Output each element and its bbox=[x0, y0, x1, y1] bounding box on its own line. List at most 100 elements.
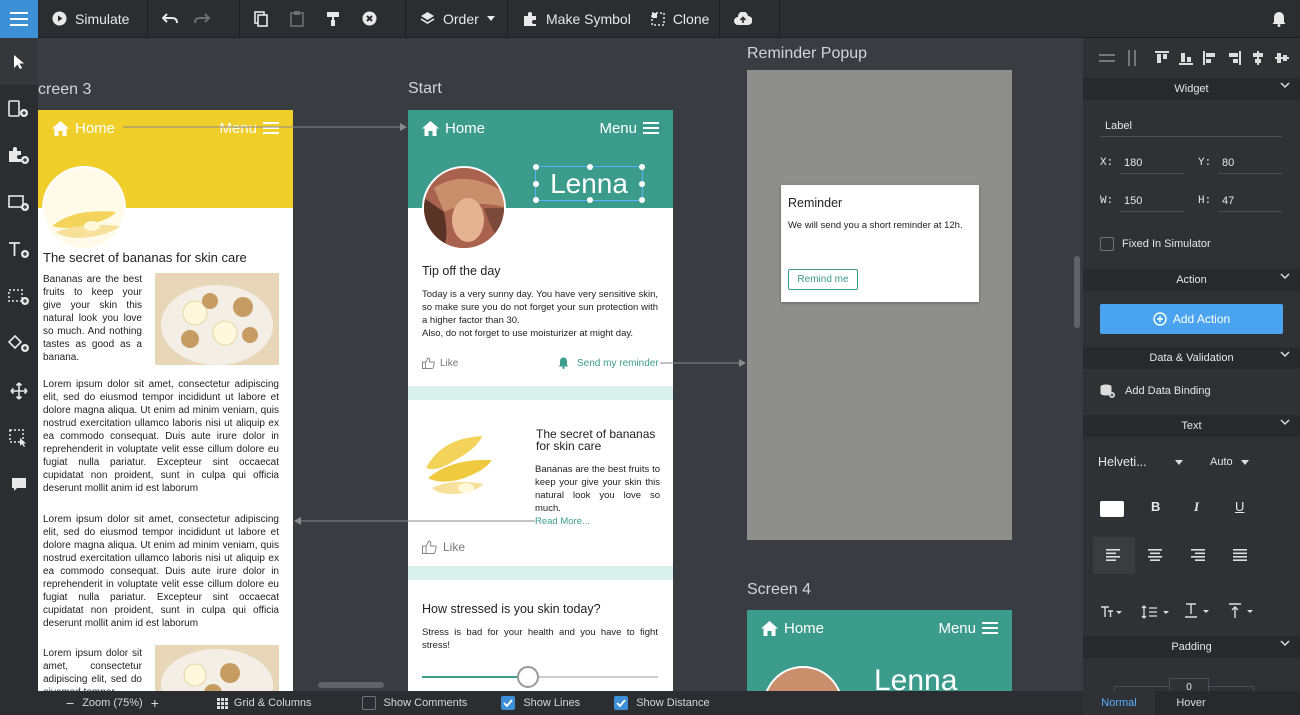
action-section-header[interactable]: Action bbox=[1083, 269, 1300, 291]
show-distance-toggle[interactable]: Show Distance bbox=[614, 696, 710, 710]
resize-handle[interactable] bbox=[587, 164, 593, 170]
padding-section-header[interactable]: Padding bbox=[1083, 636, 1300, 658]
state-tab-normal[interactable]: Normal bbox=[1083, 691, 1155, 715]
cloud-upload-icon[interactable] bbox=[734, 11, 752, 26]
undo-icon[interactable] bbox=[162, 12, 178, 26]
resize-handle[interactable] bbox=[533, 181, 539, 187]
screen4-frame[interactable]: Home Menu Lenna bbox=[747, 610, 1012, 691]
marquee-tool[interactable] bbox=[0, 414, 38, 461]
symbol-tool[interactable] bbox=[0, 132, 38, 179]
grid-columns-button[interactable]: Grid & Columns bbox=[216, 697, 312, 709]
home-link[interactable]: Home bbox=[75, 120, 115, 137]
text-color-swatch[interactable] bbox=[1100, 501, 1124, 517]
distribute-horizontal-icon[interactable] bbox=[1099, 51, 1115, 65]
resize-handle[interactable] bbox=[639, 164, 645, 170]
resize-handle[interactable] bbox=[639, 181, 645, 187]
stress-slider[interactable] bbox=[422, 666, 658, 688]
clone-button[interactable]: Clone bbox=[651, 11, 709, 27]
show-comments-checkbox[interactable] bbox=[361, 696, 376, 710]
device-add-icon bbox=[8, 99, 28, 117]
align-left-icon[interactable] bbox=[1203, 51, 1217, 65]
screen3-frame[interactable]: Home Menu The secret of bananas for skin… bbox=[38, 110, 293, 691]
widget-name-field[interactable]: Label bbox=[1100, 115, 1282, 137]
add-data-binding-button[interactable]: Add Data Binding bbox=[1100, 384, 1211, 398]
resize-handle[interactable] bbox=[587, 197, 593, 203]
resize-handle[interactable] bbox=[533, 164, 539, 170]
distribute-vertical-icon[interactable] bbox=[1125, 50, 1139, 66]
text-section-header[interactable]: Text bbox=[1083, 415, 1300, 437]
shape-tool[interactable] bbox=[0, 320, 38, 367]
start-frame[interactable]: Home Menu Lenna Tip off the day Today is… bbox=[408, 110, 673, 691]
italic-button[interactable]: I bbox=[1194, 499, 1199, 515]
h-field[interactable]: 47 bbox=[1218, 190, 1282, 212]
menu-link[interactable]: Menu bbox=[599, 120, 637, 137]
text-tool[interactable] bbox=[0, 226, 38, 273]
send-reminder-button[interactable]: Send my reminder bbox=[558, 357, 659, 369]
zoom-in-button[interactable]: + bbox=[151, 695, 159, 711]
w-field[interactable]: 150 bbox=[1120, 190, 1184, 212]
fixed-in-simulator-checkbox[interactable] bbox=[1100, 237, 1114, 251]
zoom-out-button[interactable]: − bbox=[66, 695, 74, 711]
stress-slider-thumb[interactable] bbox=[517, 666, 540, 688]
add-action-button[interactable]: Add Action bbox=[1100, 304, 1283, 334]
like-button[interactable]: Like bbox=[422, 357, 458, 369]
home-link[interactable]: Home bbox=[784, 620, 824, 637]
hamburger-menu-button[interactable] bbox=[0, 0, 38, 38]
horizontal-scrollbar[interactable] bbox=[318, 682, 384, 688]
widget-tool[interactable] bbox=[0, 179, 38, 226]
remind-me-button[interactable]: Remind me bbox=[788, 269, 858, 290]
resize-handle[interactable] bbox=[639, 197, 645, 203]
comment-tool[interactable] bbox=[0, 461, 38, 508]
menu-link[interactable]: Menu bbox=[938, 620, 976, 637]
align-top-icon[interactable] bbox=[1155, 51, 1169, 65]
copy-icon[interactable] bbox=[254, 10, 268, 27]
simulate-button[interactable]: Simulate bbox=[52, 11, 129, 27]
home-link[interactable]: Home bbox=[445, 120, 485, 137]
line-height-icon[interactable] bbox=[1141, 605, 1171, 619]
underline-button[interactable]: U bbox=[1235, 499, 1244, 514]
pan-tool[interactable] bbox=[0, 367, 38, 414]
widget-section-header[interactable]: Widget bbox=[1083, 78, 1300, 100]
redo-icon[interactable] bbox=[194, 12, 210, 26]
menu-link[interactable]: Menu bbox=[219, 120, 257, 137]
read-more-link[interactable]: Read More... bbox=[535, 516, 590, 527]
align-center-icon[interactable] bbox=[1251, 51, 1265, 65]
design-canvas[interactable]: creen 3 Home Menu The secret of bananas … bbox=[38, 38, 1083, 691]
show-lines-toggle[interactable]: Show Lines bbox=[501, 696, 580, 710]
paste-icon[interactable] bbox=[290, 10, 304, 27]
screen-tool[interactable] bbox=[0, 85, 38, 132]
show-lines-checkbox[interactable] bbox=[501, 696, 516, 710]
bold-button[interactable]: B bbox=[1151, 499, 1160, 514]
vertical-align-icon[interactable] bbox=[1228, 603, 1256, 619]
align-right-icon[interactable] bbox=[1227, 51, 1241, 65]
vertical-scrollbar[interactable] bbox=[1074, 256, 1080, 328]
send-reminder-label: Send my reminder bbox=[577, 357, 659, 369]
state-tab-hover[interactable]: Hover bbox=[1155, 691, 1227, 715]
font-size-select[interactable]: Auto bbox=[1210, 456, 1249, 468]
make-symbol-button[interactable]: Make Symbol bbox=[522, 11, 631, 27]
show-comments-toggle[interactable]: Show Comments bbox=[361, 696, 467, 710]
order-dropdown[interactable]: Order bbox=[420, 11, 495, 27]
letter-spacing-icon[interactable] bbox=[1184, 603, 1212, 619]
text-align-justify-icon[interactable] bbox=[1233, 549, 1247, 561]
font-family-select[interactable]: Helveti... bbox=[1098, 455, 1183, 469]
x-field[interactable]: 180 bbox=[1120, 152, 1184, 174]
select-tool[interactable] bbox=[0, 38, 38, 85]
show-distance-checkbox[interactable] bbox=[614, 696, 629, 710]
hotspot-tool[interactable] bbox=[0, 273, 38, 320]
delete-icon[interactable] bbox=[362, 11, 377, 26]
text-align-center-icon[interactable] bbox=[1148, 549, 1162, 561]
text-align-right-icon[interactable] bbox=[1191, 549, 1205, 561]
fixed-in-simulator-toggle[interactable]: Fixed In Simulator bbox=[1100, 237, 1211, 251]
data-validation-section-header[interactable]: Data & Validation bbox=[1083, 347, 1300, 369]
text-transform-icon[interactable] bbox=[1100, 605, 1124, 619]
format-painter-icon[interactable] bbox=[326, 11, 340, 27]
reminder-screen-frame[interactable]: Reminder We will send you a short remind… bbox=[747, 70, 1012, 540]
align-middle-icon[interactable] bbox=[1275, 51, 1289, 65]
name-label-selected[interactable]: Lenna bbox=[533, 164, 645, 203]
resize-handle[interactable] bbox=[533, 197, 539, 203]
like-button-2[interactable]: Like bbox=[422, 540, 465, 554]
align-bottom-icon[interactable] bbox=[1179, 51, 1193, 65]
y-field[interactable]: 80 bbox=[1218, 152, 1282, 174]
bell-icon[interactable] bbox=[1272, 11, 1286, 27]
